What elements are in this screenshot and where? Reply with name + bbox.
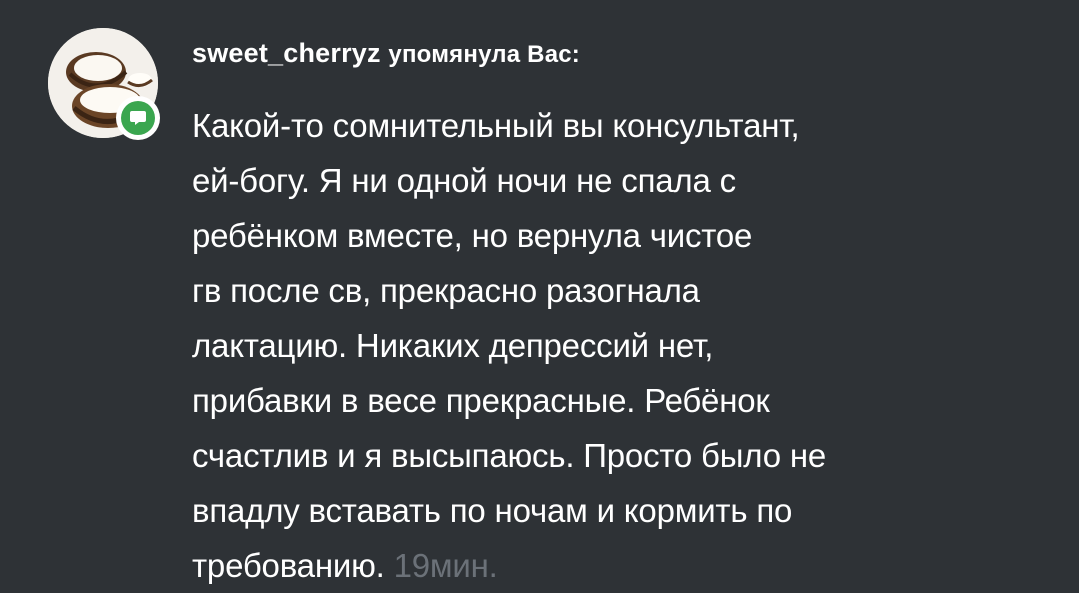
- comment-badge: [116, 96, 160, 140]
- comment-icon: [121, 101, 155, 135]
- comment-text: Какой-то сомнительный вы консультант, ей…: [192, 107, 826, 584]
- comment-body: Какой-то сомнительный вы консультант, ей…: [192, 98, 1062, 593]
- timestamp: 19мин.: [393, 547, 498, 584]
- mention-notification[interactable]: sweet_cherryz упомянула Вас: Какой-то со…: [0, 0, 1079, 592]
- avatar-container[interactable]: [48, 28, 160, 140]
- notification-header: sweet_cherryz упомянула Вас:: [192, 38, 580, 69]
- notification-action: упомянула Вас:: [388, 41, 580, 68]
- username-link[interactable]: sweet_cherryz: [192, 38, 381, 68]
